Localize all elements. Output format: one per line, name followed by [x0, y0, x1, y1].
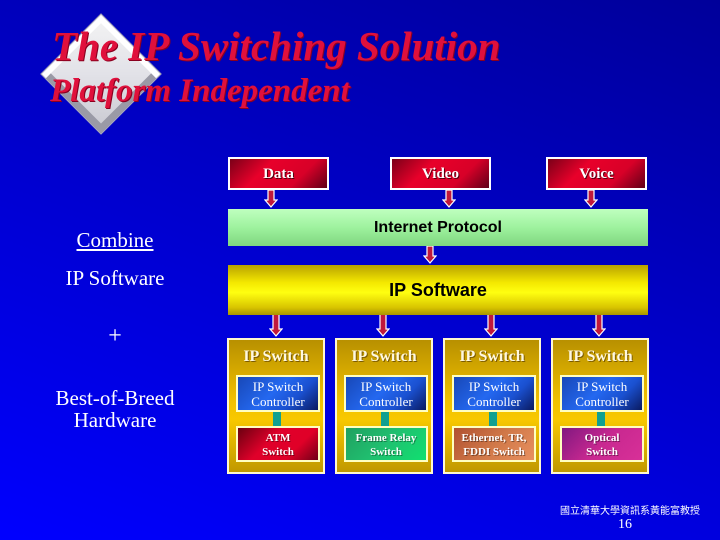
switch-controller-box: IP Switch Controller	[236, 375, 320, 412]
switch-column: IP Switch IP Switch Controller Ethernet,…	[443, 338, 541, 474]
atm-switch-box: ATM Switch	[236, 426, 320, 462]
source-voice-box: Voice	[546, 157, 647, 190]
page-number: 16	[618, 517, 632, 532]
switch-column: IP Switch IP Switch Controller Optical S…	[551, 338, 649, 474]
connector	[489, 412, 497, 426]
switch-column: IP Switch IP Switch Controller ATM Switc…	[227, 338, 325, 474]
connector	[381, 412, 389, 426]
down-arrow-icon	[376, 313, 390, 337]
slide-subtitle: Platform Independent	[50, 73, 350, 109]
footer-credit: 國立清華大學資訊系黃能富教授	[560, 506, 700, 517]
connector	[273, 412, 281, 426]
source-video-box: Video	[390, 157, 491, 190]
switch-heading: IP Switch	[459, 348, 525, 365]
source-data-box: Data	[228, 157, 329, 190]
slide-title: The IP Switching Solution	[52, 23, 501, 69]
hardware-label: Best-of-Breed Hardware	[55, 386, 175, 432]
switch-controller-box: IP Switch Controller	[452, 375, 536, 412]
ethernet-switch-box: Ethernet, TR, FDDI Switch	[452, 426, 536, 462]
down-arrow-icon	[484, 313, 498, 337]
plus-sign: +	[108, 323, 122, 349]
ip-software-label: IP Software	[65, 266, 165, 290]
switch-heading: IP Switch	[243, 348, 309, 365]
switch-heading: IP Switch	[567, 348, 633, 365]
down-arrow-icon	[442, 190, 456, 208]
switch-controller-box: IP Switch Controller	[560, 375, 644, 412]
optical-switch-box: Optical Switch	[560, 426, 644, 462]
switch-column: IP Switch IP Switch Controller Frame Rel…	[335, 338, 433, 474]
switch-heading: IP Switch	[351, 348, 417, 365]
down-arrow-icon	[269, 313, 283, 337]
internet-protocol-layer: Internet Protocol	[228, 209, 648, 246]
ip-software-layer: IP Software	[228, 265, 648, 315]
down-arrow-icon	[423, 246, 437, 264]
frame-relay-switch-box: Frame Relay Switch	[344, 426, 428, 462]
connector	[597, 412, 605, 426]
combine-label: Combine	[76, 228, 154, 252]
down-arrow-icon	[592, 313, 606, 337]
down-arrow-icon	[584, 190, 598, 208]
switch-controller-box: IP Switch Controller	[344, 375, 428, 412]
down-arrow-icon	[264, 190, 278, 208]
